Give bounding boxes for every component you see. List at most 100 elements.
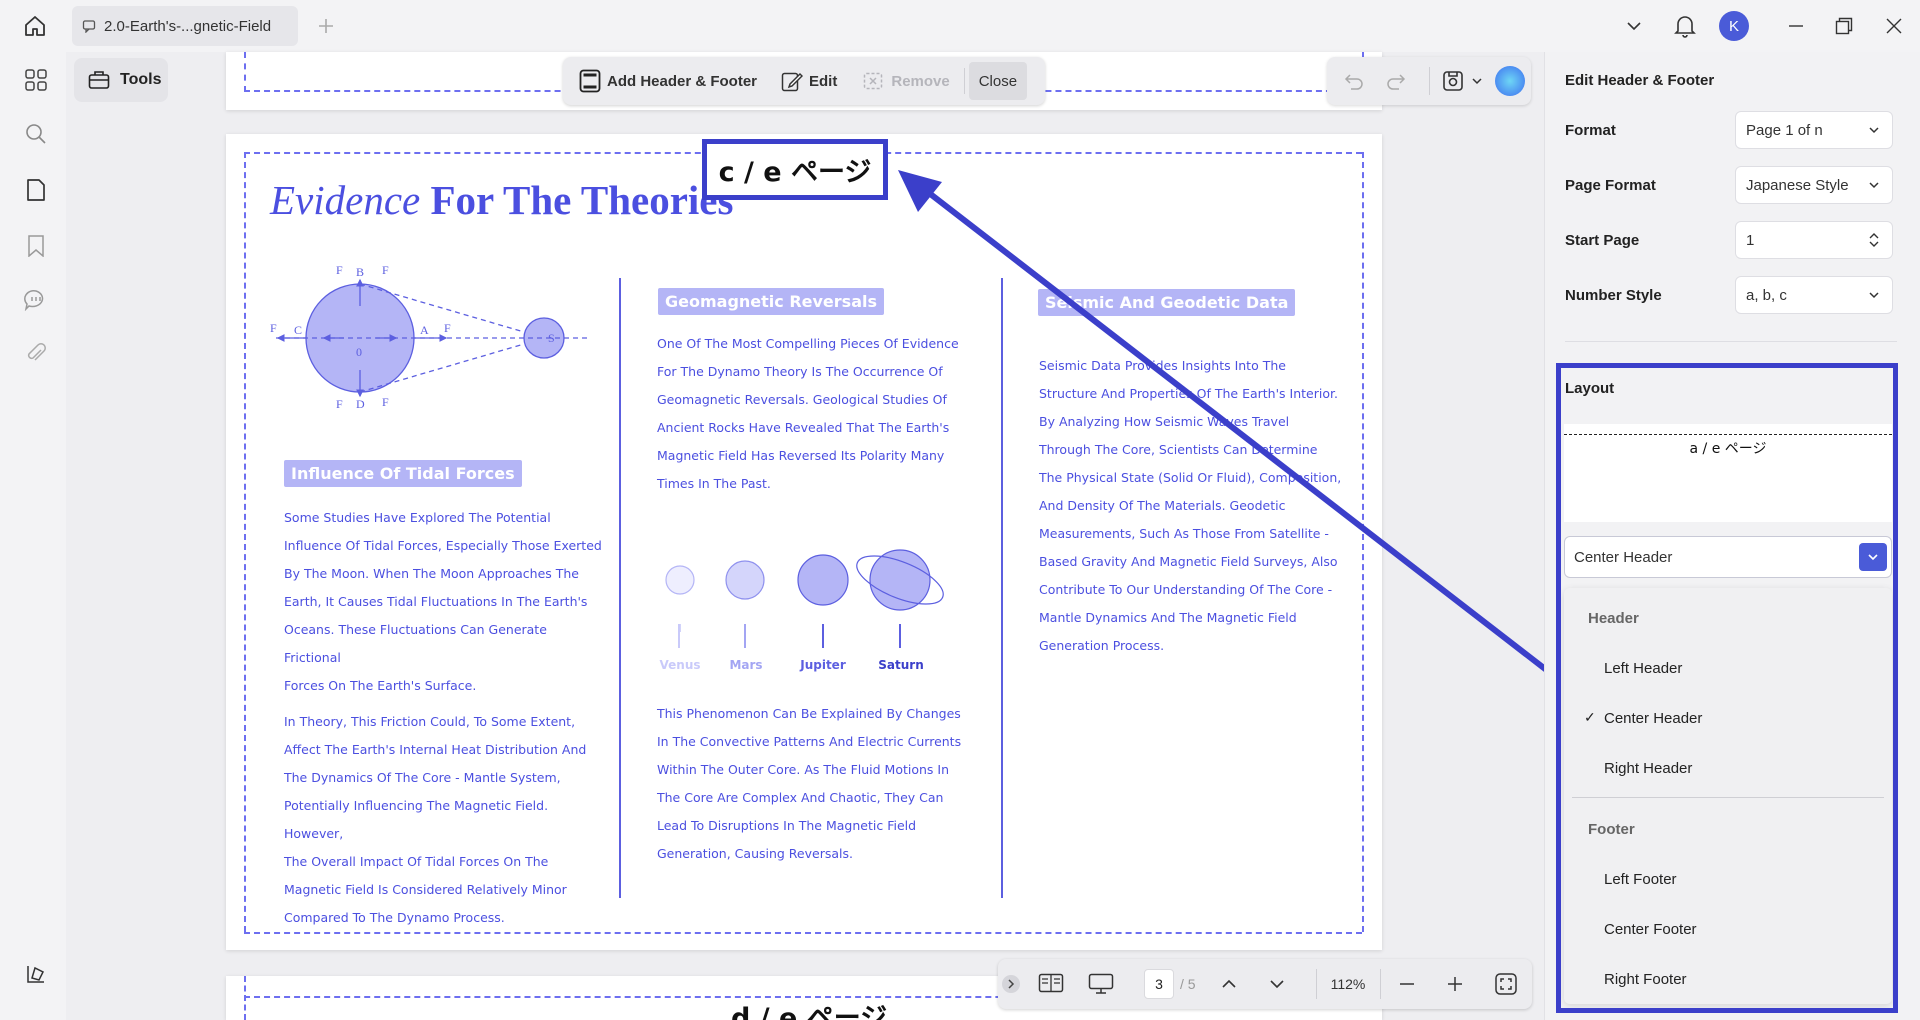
planet-label-venus: Venus [659,658,701,672]
tidal-paragraph-2: In Theory, This Friction Could, To Some … [284,714,587,925]
expand-chevron-icon[interactable] [1002,975,1020,993]
undo-icon[interactable] [1341,69,1365,93]
seismic-paragraph: Seismic Data Provides Insights Into The … [1039,358,1342,653]
chevron-down-icon [1868,179,1880,191]
next-page-icon[interactable] [1268,975,1286,993]
section-heading-tidal: Influence Of Tidal Forces [284,460,522,487]
format-value: Page 1 of n [1746,121,1823,139]
section-heading-geomagnetic: Geomagnetic Reversals [658,288,884,315]
tidal-force-diagram: B D C A 0 S F F F F F F [270,266,610,410]
geomagnetic-paragraph-2: This Phenomenon Can Be Explained By Chan… [657,706,962,861]
layout-label: Layout [1565,380,1615,397]
layout-preview-text: a / e ページ [1689,441,1767,457]
document-tab-title: 2.0-Earth's-...gnetic-Field [104,17,272,35]
home-icon[interactable] [20,12,50,40]
bookmark-icon[interactable] [20,230,52,262]
menu-item-center-header[interactable]: Center Header [1604,710,1702,727]
document-page: Evidence For The Theories B D C A 0 S F … [226,134,1382,950]
page-format-select[interactable]: Japanese Style [1735,166,1893,204]
menu-item-right-header[interactable]: Right Header [1604,760,1692,777]
search-icon[interactable] [20,118,52,150]
venus-marker [678,624,680,648]
saturn-marker [899,624,901,648]
document-tab[interactable]: 2.0-Earth's-...gnetic-Field [72,6,298,46]
page-format-label: Page Format [1565,177,1656,194]
remove-icon [861,70,885,92]
diagram-label-f2: F [382,266,389,277]
number-style-label: Number Style [1565,287,1662,304]
page-title: Evidence For The Theories [270,176,733,224]
start-page-stepper[interactable]: 1 [1735,221,1893,259]
menu-group-header: Header [1588,610,1639,627]
fit-page-icon[interactable] [1494,972,1518,996]
mars-marker [744,624,746,648]
planets-illustration [652,538,958,632]
page-icon[interactable] [20,174,52,206]
header-text-box[interactable]: c / e ページ [702,139,888,200]
diagram-label-c: C [294,323,302,337]
minimize-icon[interactable] [1784,14,1808,38]
apps-grid-icon[interactable] [20,64,52,96]
notification-bell-icon[interactable] [1672,12,1698,40]
edit-button[interactable]: Edit [771,63,847,99]
format-label: Format [1565,122,1616,139]
menu-item-left-footer[interactable]: Left Footer [1604,871,1677,888]
diagram-label-zero: 0 [356,345,362,359]
checkmark-icon: ✓ [1584,709,1596,725]
menu-item-center-footer[interactable]: Center Footer [1604,921,1697,938]
footer-margin-guide [244,932,1362,934]
start-page-label: Start Page [1565,232,1640,249]
tools-label: Tools [120,71,162,88]
diagram-label-f4: F [444,321,451,335]
user-avatar[interactable]: K [1719,11,1749,41]
history-toolbar [1327,57,1531,105]
previous-page-icon[interactable] [1220,975,1238,993]
save-options-chevron-icon[interactable] [1471,75,1483,87]
chevron-down-icon [1868,124,1880,136]
position-dropdown-button[interactable] [1859,543,1887,571]
add-header-footer-button[interactable]: Add Header & Footer [569,63,767,99]
page-layout-icon[interactable] [1038,972,1064,994]
diagram-label-f3: F [270,321,277,335]
header-footer-toolbar: Add Header & Footer Edit Remove Close [563,57,1045,105]
panel-title: Edit Header & Footer [1565,72,1715,89]
menu-divider [1572,797,1884,798]
attachment-icon[interactable] [20,338,52,370]
diagram-label-a: A [420,323,429,337]
stepper-arrows-icon[interactable] [1868,231,1880,249]
zoom-level[interactable]: 112% [1322,976,1374,992]
tools-button[interactable]: Tools [74,58,168,102]
presentation-icon[interactable] [1088,972,1114,996]
menu-item-left-header[interactable]: Left Header [1604,660,1682,677]
chevron-down-icon[interactable] [1622,14,1646,38]
comments-icon[interactable] [20,284,52,316]
menu-group-footer: Footer [1588,821,1635,838]
toolbox-icon [88,70,110,90]
menu-item-right-footer[interactable]: Right Footer [1604,971,1687,988]
panel-toggle-icon[interactable] [20,958,52,990]
chevron-down-icon [1868,289,1880,301]
number-style-select[interactable]: a, b, c [1735,276,1893,314]
position-select-value: Center Header [1574,548,1673,566]
close-window-icon[interactable] [1882,14,1906,38]
column-divider [619,278,621,898]
diagram-label-f1: F [336,266,343,277]
redo-icon[interactable] [1385,69,1409,93]
diagram-label-f5: F [336,397,343,410]
zoom-out-icon[interactable] [1398,975,1416,993]
format-select[interactable]: Page 1 of n [1735,111,1893,149]
comment-icon [82,19,96,33]
restore-window-icon[interactable] [1832,14,1856,38]
close-button[interactable]: Close [968,62,1028,100]
layout-preview: a / e ページ [1564,424,1892,522]
page-format-value: Japanese Style [1746,176,1849,194]
position-select[interactable]: Center Header [1564,536,1892,578]
bottom-navigation-bar: 3 / 5 112% [998,959,1532,1009]
panel-divider [1565,341,1897,342]
page-number-input[interactable]: 3 [1144,969,1174,999]
save-icon[interactable] [1441,69,1465,93]
remove-button[interactable]: Remove [851,63,959,99]
new-tab-plus-icon[interactable] [314,14,338,38]
ai-assistant-icon[interactable] [1495,66,1525,96]
zoom-in-icon[interactable] [1446,975,1464,993]
